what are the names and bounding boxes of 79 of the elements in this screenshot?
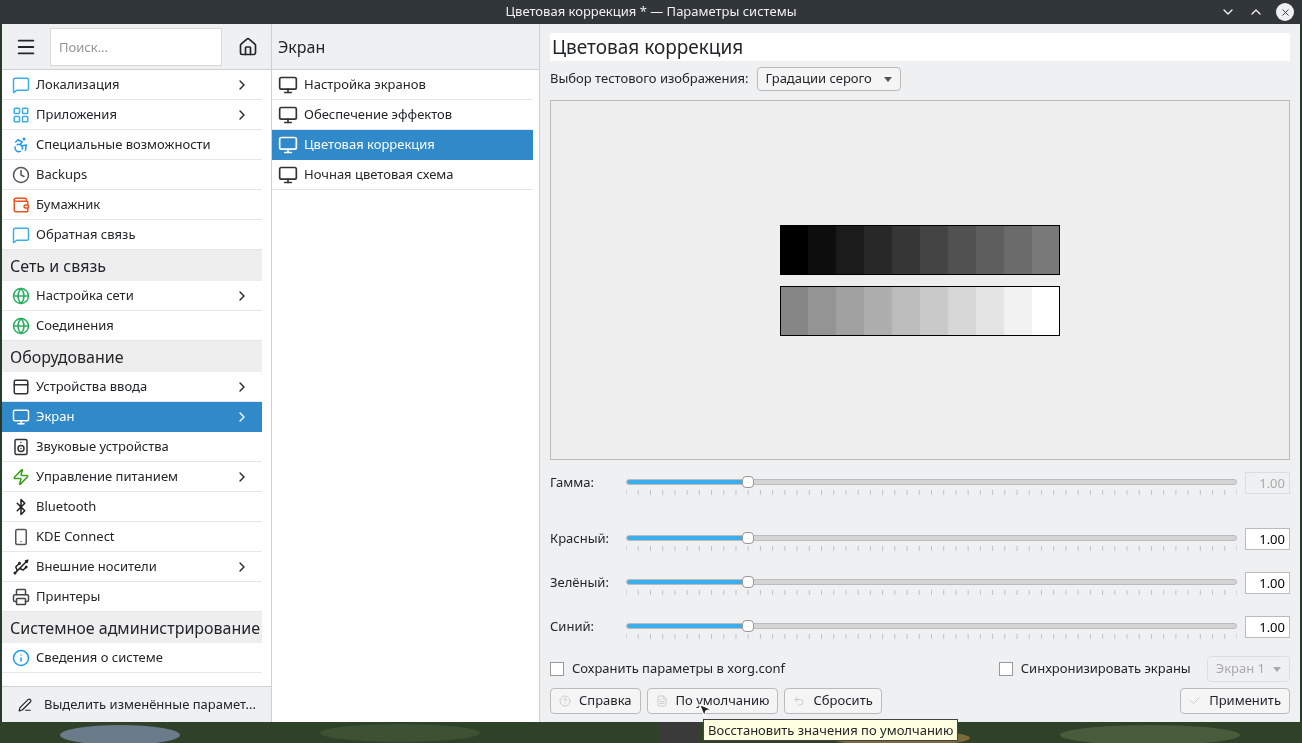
test-image-dropdown[interactable]: Градации серого: [756, 67, 901, 91]
info-icon: [12, 648, 30, 667]
category-header: Системное администрирование: [2, 612, 262, 643]
sidebar-item[interactable]: Специальные возможности: [2, 130, 262, 160]
checkmark-icon: [1189, 695, 1202, 707]
highlight-changes-button[interactable]: Выделить изменённые парамет...: [2, 686, 271, 722]
sidebar-item[interactable]: Bluetooth: [2, 492, 262, 522]
sidebar-item[interactable]: Приложения: [2, 100, 262, 130]
sidebar-item[interactable]: Экран: [2, 402, 262, 432]
slider-handle[interactable]: [742, 620, 755, 632]
printer-icon: [12, 587, 30, 606]
slider-handle[interactable]: [742, 576, 755, 588]
action-button[interactable]: Сбросить: [784, 688, 882, 714]
speaker-icon: [12, 437, 30, 456]
document-icon: [655, 695, 668, 707]
sidebar-item[interactable]: KDE Connect: [2, 522, 262, 552]
accessibility-icon: [12, 135, 30, 154]
page-title: Цветовая коррекция: [550, 33, 1290, 61]
globe-icon: [12, 316, 30, 335]
monitor-icon: [278, 104, 298, 125]
value-field[interactable]: 1.00: [1245, 528, 1290, 550]
action-button[interactable]: Справка: [550, 688, 641, 714]
globe-icon: [12, 286, 30, 305]
dropdown-arrow-icon: [883, 76, 892, 82]
subpanel-item[interactable]: Ночная цветовая схема: [272, 160, 533, 190]
sidebar-item[interactable]: Сведения о системе: [2, 643, 262, 673]
wallet-icon: [12, 195, 30, 214]
phone-icon: [12, 527, 30, 546]
subpanel-item[interactable]: Настройка экранов: [272, 70, 533, 100]
checkbox[interactable]: [998, 662, 1013, 676]
home-icon[interactable]: [238, 36, 258, 57]
close-button[interactable]: [1276, 3, 1294, 21]
window-icon: [12, 377, 30, 396]
slider-handle[interactable]: [742, 532, 755, 544]
slider-track[interactable]: [626, 579, 1237, 585]
speech-bubble-icon: [12, 75, 30, 94]
window-title: Цветовая коррекция * — Параметры системы: [505, 2, 797, 22]
slider-handle[interactable]: [742, 476, 755, 488]
monitor-icon: [278, 135, 298, 155]
tooltip: Восстановить значения по умолчанию: [703, 719, 959, 741]
usb-icon: [12, 557, 30, 576]
slider-label: Синий:: [550, 617, 595, 637]
checkbox[interactable]: [550, 662, 564, 676]
monitor-icon: [278, 74, 298, 95]
slider-label: Гамма:: [550, 473, 595, 493]
subpanel-item[interactable]: Цветовая коррекция: [272, 130, 533, 160]
checkbox-label: Сохранить параметры в xorg.conf: [572, 659, 786, 679]
monitor-icon: [278, 164, 298, 185]
slider-track[interactable]: [626, 623, 1237, 629]
sidebar-item[interactable]: Backups: [2, 160, 262, 190]
undo-icon: [793, 695, 806, 707]
help-icon: [559, 695, 571, 707]
slider-label: Красный:: [550, 529, 611, 549]
sidebar-item[interactable]: Управление питанием: [2, 462, 262, 492]
monitor-icon: [12, 408, 30, 426]
apply-button[interactable]: Применить: [1180, 688, 1290, 714]
sidebar-item[interactable]: Локализация: [2, 70, 262, 100]
lightning-icon: [12, 467, 30, 486]
clock-icon: [12, 165, 30, 184]
search-field[interactable]: Поиск...: [50, 27, 222, 66]
action-button[interactable]: По умолчанию: [646, 688, 779, 714]
sidebar-item[interactable]: Звуковые устройства: [2, 432, 262, 462]
panel-title: Экран: [278, 34, 326, 59]
close-icon: [1279, 6, 1291, 18]
slider-label: Зелёный:: [550, 573, 610, 593]
grid-icon: [12, 105, 30, 124]
pen-icon: [18, 697, 32, 712]
checkbox-label: Синхронизировать экраны: [1020, 659, 1191, 679]
sidebar-item[interactable]: Внешние носители: [2, 552, 262, 582]
sidebar-item[interactable]: Настройка сети: [2, 281, 262, 311]
slider-track[interactable]: [626, 479, 1237, 485]
category-header: Оборудование: [2, 341, 262, 372]
value-field[interactable]: 1.00: [1245, 616, 1290, 638]
speech-bubble-icon: [12, 225, 30, 244]
value-field[interactable]: 1.00: [1245, 572, 1290, 594]
field-label: Выбор тестового изображения:: [550, 69, 749, 89]
slider-track[interactable]: [626, 535, 1237, 541]
sidebar-item[interactable]: Бумажник: [2, 190, 262, 220]
category-header: Сеть и связь: [2, 250, 262, 281]
